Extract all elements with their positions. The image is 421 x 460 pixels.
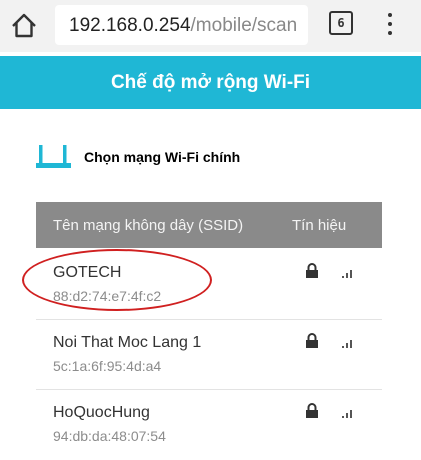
network-ssid: HoQuocHung — [53, 404, 150, 421]
signal-strength-icon — [342, 270, 352, 278]
row-divider — [36, 319, 382, 320]
lock-icon — [306, 333, 318, 348]
network-row[interactable]: HoQuocHung 94:db:da:48:07:54 — [36, 392, 382, 458]
overflow-menu-icon[interactable] — [380, 11, 400, 37]
network-mac: 5c:1a:6f:95:4d:a4 — [53, 358, 162, 374]
router-icon — [36, 145, 71, 168]
network-mac: 88:d2:74:e7:4f:c2 — [53, 288, 162, 304]
network-ssid: Noi That Moc Lang 1 — [53, 334, 202, 351]
url-host: 192.168.0.254 — [69, 15, 191, 36]
signal-column-header: Tín hiệu — [292, 217, 347, 234]
page-title: Chế độ mở rộng Wi-Fi — [110, 72, 311, 93]
address-bar[interactable]: 192.168.0.254/mobile/scan — [55, 5, 308, 45]
url-path: /mobile/scan — [190, 15, 298, 36]
network-table-header: Tên mạng không dây (SSID) Tín hiệu — [36, 202, 382, 248]
network-row[interactable]: Noi That Moc Lang 1 5c:1a:6f:95:4d:a4 — [36, 322, 382, 388]
row-divider — [36, 389, 382, 390]
ssid-column-header: Tên mạng không dây (SSID) — [53, 217, 244, 234]
signal-strength-icon — [342, 410, 352, 418]
signal-strength-icon — [342, 340, 352, 348]
lock-icon — [306, 403, 318, 418]
tabs-icon[interactable]: 6 — [329, 11, 353, 35]
home-icon[interactable] — [10, 12, 38, 40]
network-ssid: GOTECH — [53, 264, 122, 281]
browser-toolbar: 192.168.0.254/mobile/scan 6 — [0, 0, 421, 52]
lock-icon — [306, 263, 318, 278]
network-row[interactable]: GOTECH 88:d2:74:e7:4f:c2 — [36, 252, 382, 318]
network-mac: 94:db:da:48:07:54 — [53, 428, 166, 444]
section-title: Chọn mạng Wi-Fi chính — [84, 149, 241, 165]
page-header: Chế độ mở rộng Wi-Fi — [0, 56, 421, 109]
